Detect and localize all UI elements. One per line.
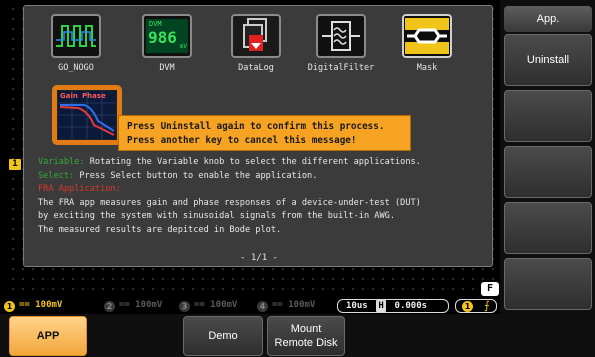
dvm-icon-unit: mV bbox=[179, 43, 187, 50]
description-line-3: The measured results are depitced in Bod… bbox=[38, 224, 282, 235]
ch2-badge[interactable]: 2 bbox=[104, 301, 115, 312]
side-button-4[interactable] bbox=[504, 202, 592, 254]
side-menu-title: App. bbox=[504, 6, 592, 32]
app-label-mask: Mask bbox=[416, 63, 438, 73]
dvm-icon[interactable]: DVM 986 mV bbox=[142, 14, 192, 58]
fra-bode-icon[interactable]: Gain Phase bbox=[52, 85, 122, 145]
timebase-readout[interactable]: 10us H 0.000s bbox=[337, 299, 449, 313]
trigger-readout[interactable]: 1 ⨍ bbox=[455, 299, 497, 313]
app-button[interactable]: APP bbox=[9, 316, 87, 356]
description-line-1: The FRA app measures gain and phase resp… bbox=[38, 197, 421, 208]
variable-label: Variable: bbox=[38, 157, 85, 167]
time-offset-value: 0.000s bbox=[394, 301, 428, 311]
datalog-icon[interactable] bbox=[231, 14, 281, 58]
ch4-badge[interactable]: 4 bbox=[257, 301, 268, 312]
go-nogo-icon[interactable] bbox=[51, 14, 101, 58]
select-label: Select: bbox=[38, 170, 75, 181]
digital-filter-icon[interactable] bbox=[316, 14, 366, 58]
confirm-line-1: Press Uninstall again to confirm this pr… bbox=[127, 121, 385, 132]
page-indicator: - 1/1 - bbox=[240, 253, 278, 263]
fra-gain-label: Gain bbox=[60, 92, 78, 100]
ch3-scale: == 100mV bbox=[194, 300, 238, 310]
side-button-5[interactable] bbox=[504, 258, 592, 310]
dvm-icon-value: 986 bbox=[148, 28, 177, 47]
scope-screen: n 1 GO_NOGO DVM 986 mV DVM bbox=[0, 0, 500, 314]
uninstall-button[interactable]: Uninstall bbox=[504, 34, 592, 86]
horizontal-position-icon: H bbox=[376, 300, 387, 312]
status-bar: 1 == 100mV 2 == 100mV 3 == 100mV 4 == 10… bbox=[0, 298, 500, 314]
ch2-scale: == 100mV bbox=[119, 300, 163, 310]
description-line-2: by exciting the system with sinusoidal s… bbox=[38, 211, 395, 221]
trigger-source-badge: 1 bbox=[462, 301, 473, 312]
rising-edge-icon: ⨍ bbox=[484, 299, 490, 312]
fra-phase-label: Phase bbox=[82, 92, 106, 100]
side-button-3[interactable] bbox=[504, 146, 592, 198]
ch1-badge[interactable]: 1 bbox=[4, 301, 15, 312]
ch1-offset-marker[interactable]: 1 bbox=[9, 159, 21, 170]
side-button-2[interactable] bbox=[504, 90, 592, 142]
bottom-menu: APP Demo Mount Remote Disk bbox=[0, 314, 500, 357]
fra-heading: FRA Application: bbox=[38, 184, 121, 194]
app-label-go-nogo: GO_NOGO bbox=[58, 63, 94, 73]
ch4-scale: == 100mV bbox=[272, 300, 316, 310]
confirm-line-2: Press another key to cancel this message… bbox=[127, 135, 357, 146]
mask-icon[interactable] bbox=[402, 14, 452, 58]
cursor-f-marker: F bbox=[481, 282, 499, 296]
ch1-scale: == 100mV bbox=[19, 300, 63, 310]
ch3-badge[interactable]: 3 bbox=[179, 301, 190, 312]
app-description: Variable: Rotating the Variable knob to … bbox=[38, 156, 488, 237]
confirm-uninstall-popup: Press Uninstall again to confirm this pr… bbox=[118, 115, 411, 151]
side-menu: App. Uninstall bbox=[500, 0, 595, 357]
description-select-line: Select: Press Select button to enable th… bbox=[38, 170, 488, 184]
mount-remote-disk-button[interactable]: Mount Remote Disk bbox=[267, 316, 345, 356]
demo-button[interactable]: Demo bbox=[183, 316, 263, 356]
app-label-datalog: DataLog bbox=[238, 63, 274, 73]
dvm-icon-caption: DVM bbox=[149, 20, 162, 28]
select-text: Press Select button to enable the applic… bbox=[74, 170, 318, 181]
app-label-dvm: DVM bbox=[159, 63, 175, 73]
description-variable-line: Variable: Rotating the Variable knob to … bbox=[38, 156, 488, 170]
variable-text: Rotating the Variable knob to select the… bbox=[84, 157, 421, 167]
timebase-value: 10us bbox=[346, 301, 368, 311]
app-label-digital-filter: DigitalFilter bbox=[307, 63, 375, 73]
